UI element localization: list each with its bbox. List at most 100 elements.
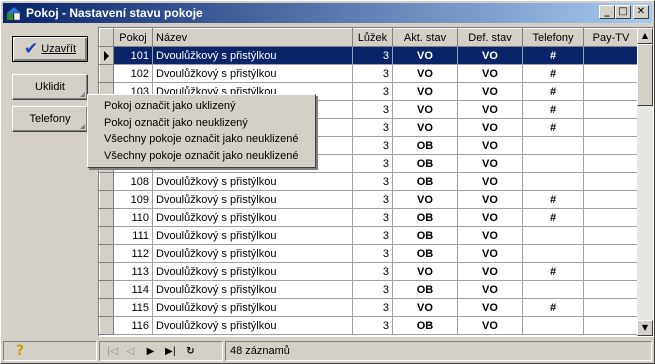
column-header-paytv[interactable]: Pay-TV xyxy=(583,28,639,47)
cell-paytv[interactable] xyxy=(583,208,639,227)
cell-current-state[interactable]: VO xyxy=(392,46,458,65)
cell-default-state[interactable]: VO xyxy=(457,46,523,65)
table-row[interactable]: 113 Dvoulůžkový s přistýlkou 3 VO VO # xyxy=(99,262,639,281)
column-header-current-state[interactable]: Akt. stav xyxy=(392,28,458,47)
cell-phones[interactable]: # xyxy=(522,208,584,227)
cell-current-state[interactable]: VO xyxy=(392,298,458,317)
table-row[interactable]: 114 Dvoulůžkový s přistýlkou 3 OB VO xyxy=(99,280,639,299)
cell-room[interactable]: 112 xyxy=(113,244,153,263)
cell-default-state[interactable]: VO xyxy=(457,100,523,119)
table-row[interactable]: 116 Dvoulůžkový s přistýlkou 3 OB VO xyxy=(99,316,639,335)
cell-name[interactable]: Dvoulůžkový s přistýlkou xyxy=(152,262,353,281)
column-header-name[interactable]: Název xyxy=(152,28,353,47)
cell-beds[interactable]: 3 xyxy=(352,208,393,227)
cell-default-state[interactable]: VO xyxy=(457,316,523,335)
row-indicator[interactable] xyxy=(99,280,114,299)
cell-name[interactable]: Dvoulůžkový s přistýlkou xyxy=(152,226,353,245)
cell-room[interactable]: 113 xyxy=(113,262,153,281)
cell-default-state[interactable]: VO xyxy=(457,82,523,101)
cell-current-state[interactable]: OB xyxy=(392,154,458,173)
cell-beds[interactable]: 3 xyxy=(352,298,393,317)
cell-phones[interactable] xyxy=(522,280,584,299)
cell-beds[interactable]: 3 xyxy=(352,82,393,101)
cell-beds[interactable]: 3 xyxy=(352,172,393,191)
cell-phones[interactable]: # xyxy=(522,118,584,137)
cell-phones[interactable] xyxy=(522,226,584,245)
cell-paytv[interactable] xyxy=(583,280,639,299)
cell-default-state[interactable]: VO xyxy=(457,208,523,227)
cell-beds[interactable]: 3 xyxy=(352,244,393,263)
cell-name[interactable]: Dvoulůžkový s přistýlkou xyxy=(152,208,353,227)
cell-default-state[interactable]: VO xyxy=(457,154,523,173)
cell-name[interactable]: Dvoulůžkový s přistýlkou xyxy=(152,298,353,317)
cell-paytv[interactable] xyxy=(583,172,639,191)
row-indicator[interactable] xyxy=(99,172,114,191)
cell-beds[interactable]: 3 xyxy=(352,118,393,137)
cell-default-state[interactable]: VO xyxy=(457,226,523,245)
cell-current-state[interactable]: VO xyxy=(392,262,458,281)
cell-name[interactable]: Dvoulůžkový s přistýlkou xyxy=(152,64,353,83)
cell-room[interactable]: 109 xyxy=(113,190,153,209)
menu-item-all-uncleaned[interactable]: Všechny pokoje označit jako neuklizené xyxy=(88,131,315,148)
cell-current-state[interactable]: VO xyxy=(392,100,458,119)
row-indicator[interactable] xyxy=(99,190,114,209)
cell-room[interactable]: 116 xyxy=(113,316,153,335)
table-row[interactable]: 101 Dvoulůžkový s přistýlkou 3 VO VO # xyxy=(99,46,639,65)
cell-phones[interactable] xyxy=(522,172,584,191)
cell-current-state[interactable]: VO xyxy=(392,82,458,101)
close-button[interactable]: ✔ Uzavřít xyxy=(12,36,88,62)
cell-default-state[interactable]: VO xyxy=(457,190,523,209)
cell-default-state[interactable]: VO xyxy=(457,172,523,191)
cell-paytv[interactable] xyxy=(583,100,639,119)
table-row[interactable]: 115 Dvoulůžkový s přistýlkou 3 VO VO # xyxy=(99,298,639,317)
row-indicator[interactable] xyxy=(99,316,114,335)
menu-item-mark-uncleaned[interactable]: Pokoj označit jako neuklizený xyxy=(88,115,315,132)
scroll-down-icon[interactable]: ▼ xyxy=(637,320,653,336)
scroll-up-icon[interactable]: ▲ xyxy=(637,28,653,44)
title-bar[interactable]: Pokoj - Nastavení stavu pokoje _ □ ✕ xyxy=(3,3,652,23)
cell-current-state[interactable]: VO xyxy=(392,118,458,137)
cell-paytv[interactable] xyxy=(583,64,639,83)
cell-paytv[interactable] xyxy=(583,190,639,209)
table-row[interactable]: 102 Dvoulůžkový s přistýlkou 3 VO VO # xyxy=(99,64,639,83)
column-header-beds[interactable]: Lůžek xyxy=(352,28,393,47)
cell-paytv[interactable] xyxy=(583,46,639,65)
cell-current-state[interactable]: OB xyxy=(392,136,458,155)
cell-room[interactable]: 101 xyxy=(113,46,153,65)
row-indicator[interactable] xyxy=(99,64,114,83)
table-row[interactable]: 110 Dvoulůžkový s přistýlkou 3 OB VO # xyxy=(99,208,639,227)
cell-paytv[interactable] xyxy=(583,316,639,335)
cell-default-state[interactable]: VO xyxy=(457,262,523,281)
cell-paytv[interactable] xyxy=(583,136,639,155)
row-indicator[interactable] xyxy=(99,226,114,245)
maximize-button[interactable]: □ xyxy=(615,5,631,19)
cell-beds[interactable]: 3 xyxy=(352,226,393,245)
vertical-scrollbar[interactable]: ▲ ▼ xyxy=(637,28,653,336)
cell-name[interactable]: Dvoulůžkový s přistýlkou xyxy=(152,46,353,65)
cell-name[interactable]: Dvoulůžkový s přistýlkou xyxy=(152,244,353,263)
next-record-icon[interactable]: ▶ xyxy=(142,345,159,359)
cell-current-state[interactable]: VO xyxy=(392,190,458,209)
minimize-button[interactable]: _ xyxy=(599,5,615,19)
cell-paytv[interactable] xyxy=(583,82,639,101)
cell-phones[interactable] xyxy=(522,244,584,263)
row-indicator[interactable] xyxy=(99,298,114,317)
scroll-thumb[interactable] xyxy=(637,44,653,106)
cell-name[interactable]: Dvoulůžkový s přistýlkou xyxy=(152,280,353,299)
table-row[interactable]: 109 Dvoulůžkový s přistýlkou 3 VO VO # xyxy=(99,190,639,209)
cell-current-state[interactable]: OB xyxy=(392,226,458,245)
cell-beds[interactable]: 3 xyxy=(352,154,393,173)
prev-record-icon[interactable]: ◁ xyxy=(122,345,139,359)
menu-item-all-uncleaned-2[interactable]: Všechny pokoje označit jako neuklizené xyxy=(88,148,315,165)
table-row[interactable]: 112 Dvoulůžkový s přistýlkou 3 OB VO xyxy=(99,244,639,263)
cell-current-state[interactable]: OB xyxy=(392,280,458,299)
last-record-icon[interactable]: ▶| xyxy=(162,345,179,359)
cell-paytv[interactable] xyxy=(583,154,639,173)
cell-default-state[interactable]: VO xyxy=(457,298,523,317)
first-record-icon[interactable]: |◁ xyxy=(104,345,121,359)
cell-room[interactable]: 108 xyxy=(113,172,153,191)
cell-current-state[interactable]: OB xyxy=(392,208,458,227)
cell-room[interactable]: 114 xyxy=(113,280,153,299)
phones-button[interactable]: Telefony xyxy=(12,106,88,132)
cell-room[interactable]: 102 xyxy=(113,64,153,83)
